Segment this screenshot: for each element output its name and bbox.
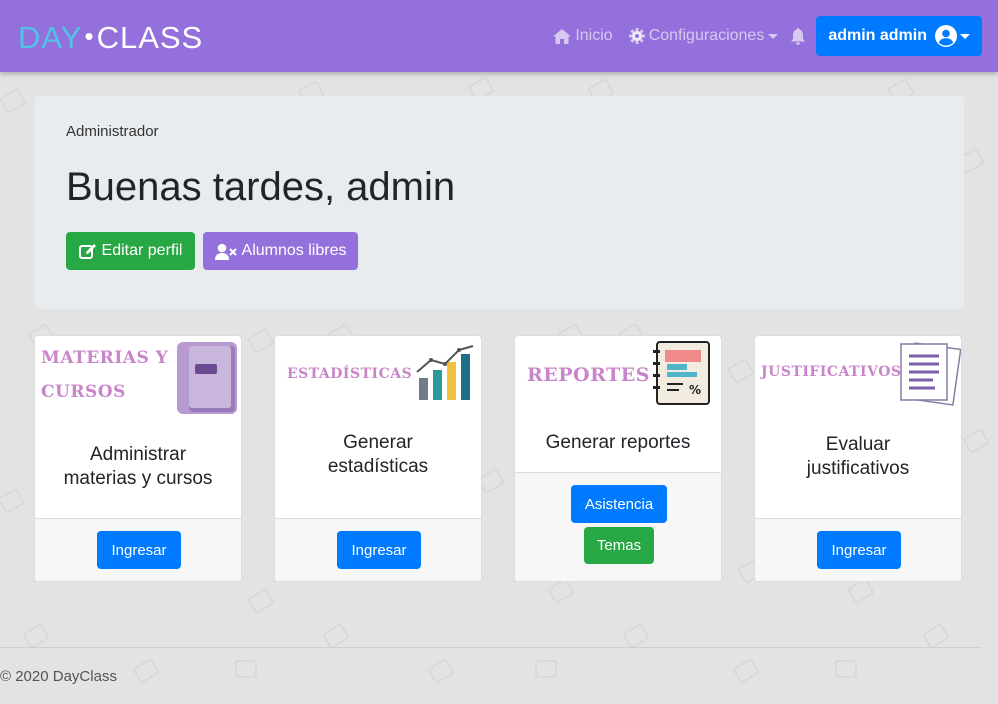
reportes-title: Generar reportes <box>545 432 691 453</box>
card-reportes: REPORTES % Generar reportes Asistencia T… <box>514 335 722 582</box>
card-materias: MATERIAS Y CURSOS Administrar materias y… <box>34 335 242 582</box>
estadisticas-ingresar-button[interactable]: Ingresar <box>337 531 421 569</box>
materias-image: MATERIAS Y CURSOS <box>35 336 241 418</box>
materias-ingresar-button[interactable]: Ingresar <box>97 531 181 569</box>
estadisticas-title: Generar estadísticas <box>275 431 481 479</box>
materias-title: Administrar materias y cursos <box>35 443 241 491</box>
user-times-icon <box>214 243 237 260</box>
estadisticas-title-line2: estadísticas <box>327 456 429 477</box>
book-icon <box>177 342 237 414</box>
reportes-image: REPORTES % <box>515 336 721 418</box>
materias-title-line1: Administrar <box>89 444 187 465</box>
bar-chart-icon <box>416 345 474 400</box>
justificativos-footer: Ingresar <box>755 518 961 581</box>
asistencia-button[interactable]: Asistencia <box>571 485 667 523</box>
welcome-panel: Administrador Buenas tardes, admin Edita… <box>34 96 964 309</box>
alumnos-libres-button[interactable]: Alumnos libres <box>203 232 358 270</box>
edit-profile-button[interactable]: Editar perfil <box>66 232 195 270</box>
home-icon <box>553 28 572 44</box>
nav-configuraciones-label: Configuraciones <box>648 27 765 44</box>
brand-part2: CLASS <box>96 20 204 55</box>
estadisticas-title-line1: Generar <box>343 432 413 453</box>
materias-image-label-2: CURSOS <box>41 382 126 402</box>
justificativos-title: Evaluar justificativos <box>755 433 961 481</box>
nav-inicio-label: Inicio <box>575 27 613 44</box>
svg-text:%: % <box>689 383 701 397</box>
justificativos-title-line2: justificativos <box>806 458 910 479</box>
brand-part1: DAY <box>18 20 83 55</box>
nav-inicio[interactable]: Inicio <box>553 27 613 45</box>
documents-icon <box>900 342 961 406</box>
user-chevron-down-icon <box>960 33 970 39</box>
materias-title-line2: materias y cursos <box>63 468 213 489</box>
bell-icon[interactable] <box>790 27 806 45</box>
estadisticas-image: ESTADÍSTICAS <box>275 336 481 418</box>
user-name: admin admin <box>828 27 927 44</box>
footer-divider <box>0 647 982 648</box>
navbar: DAY•CLASS Inicio Configuraciones admin a… <box>0 0 998 72</box>
temas-button[interactable]: Temas <box>584 527 654 564</box>
materias-image-label-1: MATERIAS Y <box>41 348 169 368</box>
user-role: Administrador <box>66 123 159 140</box>
edit-profile-label: Editar perfil <box>101 242 183 259</box>
justificativos-title-line1: Evaluar <box>825 434 891 455</box>
nav-right: Inicio Configuraciones admin admin <box>553 16 982 56</box>
card-justificativos: JUSTIFICATIVOS Evaluar justificativos In… <box>754 335 962 582</box>
chevron-down-icon <box>768 33 779 39</box>
materias-footer: Ingresar <box>35 518 241 581</box>
brand-dot: • <box>84 21 95 51</box>
justificativos-image-label: JUSTIFICATIVOS <box>761 364 902 380</box>
edit-icon <box>78 243 96 259</box>
gear-icon <box>628 28 645 44</box>
footer-copyright: © 2020 DayClass <box>0 668 117 685</box>
report-document-icon: % <box>653 341 710 405</box>
alumnos-libres-label: Alumnos libres <box>241 242 347 259</box>
justificativos-image: JUSTIFICATIVOS <box>755 336 961 418</box>
estadisticas-footer: Ingresar <box>275 518 481 581</box>
nav-configuraciones[interactable]: Configuraciones <box>628 27 779 45</box>
card-estadisticas: ESTADÍSTICAS Generar estadísticas Ingres… <box>274 335 482 582</box>
justificativos-ingresar-button[interactable]: Ingresar <box>817 531 901 569</box>
reportes-footer: Asistencia Temas <box>515 472 721 581</box>
greeting-title: Buenas tardes, admin <box>66 165 456 209</box>
reportes-image-label: REPORTES <box>527 364 650 386</box>
user-circle-icon <box>935 25 957 47</box>
user-menu-button[interactable]: admin admin <box>816 16 982 56</box>
brand-logo[interactable]: DAY•CLASS <box>18 18 203 56</box>
estadisticas-image-label: ESTADÍSTICAS <box>287 366 413 382</box>
